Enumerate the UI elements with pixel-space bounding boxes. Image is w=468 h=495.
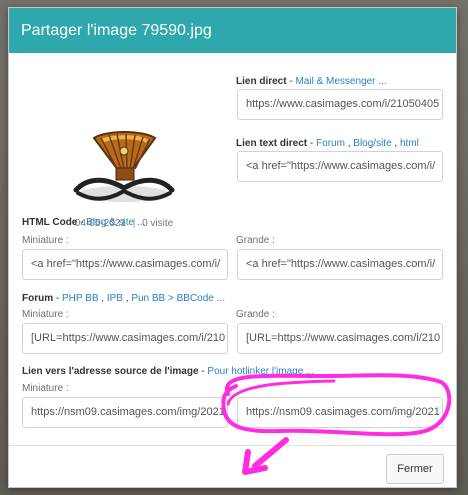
hotlink-link[interactable]: Pour hotlinker l'image ... xyxy=(207,366,314,377)
forum-dash: - xyxy=(53,293,62,304)
blog-comma: , xyxy=(391,138,400,149)
source-link-label: Lien vers l'adresse source de l'image - … xyxy=(22,366,314,377)
text-direct-link-input[interactable]: <a href="https://www.casimages.com/i/ xyxy=(237,151,443,182)
html-grande-label: Grande : xyxy=(236,235,275,246)
php-comma: , xyxy=(98,293,107,304)
dialog-footer: Fermer xyxy=(9,445,456,486)
dialog-title: Partager l'image 79590.jpg xyxy=(21,21,212,39)
source-grande-input[interactable]: https://nsm09.casimages.com/img/2021 xyxy=(237,397,443,428)
source-miniature-input[interactable]: https://nsm09.casimages.com/img/2021 xyxy=(22,397,228,428)
forum-grande-input[interactable]: [URL=https://www.casimages.com/i/210 xyxy=(237,323,443,354)
html-miniature-label: Miniature : xyxy=(22,235,69,246)
html-link[interactable]: html xyxy=(400,138,419,149)
forum-title: Forum xyxy=(22,293,54,304)
direct-link-title: Lien direct xyxy=(236,76,287,87)
fan-image-icon xyxy=(73,131,175,202)
close-button[interactable]: Fermer xyxy=(386,454,444,484)
text-direct-link-dash: - xyxy=(307,138,317,149)
text-direct-link-label: Lien text direct - Forum , Blog/site , h… xyxy=(236,138,419,149)
image-visits: 0 visite xyxy=(142,218,174,229)
html-grande-input[interactable]: <a href="https://www.casimages.com/i/ xyxy=(237,249,443,280)
blog-site-html-link[interactable]: Blog & site ... xyxy=(86,217,145,228)
image-thumbnail[interactable] xyxy=(66,121,182,209)
html-code-dash: - xyxy=(77,217,87,228)
share-dialog: Partager l'image 79590.jpg 04-05-2021 | … xyxy=(8,7,457,488)
text-direct-link-title: Lien text direct xyxy=(236,138,308,149)
forum-grande-label: Grande : xyxy=(236,309,275,320)
forum-miniature-input[interactable]: [URL=https://www.casimages.com/i/210 xyxy=(22,323,228,354)
forum-miniature-label: Miniature : xyxy=(22,309,69,320)
blog-site-link[interactable]: Blog/site xyxy=(353,138,391,149)
forum-label: Forum - PHP BB , IPB , Pun BB > BBCode .… xyxy=(22,293,225,304)
html-code-title: HTML Code xyxy=(22,217,78,228)
dialog-header: Partager l'image 79590.jpg xyxy=(9,8,456,53)
ipb-link[interactable]: IPB xyxy=(107,293,123,304)
direct-link-label: Lien direct - Mail & Messenger ... xyxy=(236,76,387,87)
dialog-body: 04-05-2021 | 0 visite Lien direct - Mail… xyxy=(9,53,456,433)
source-miniature-label: Miniature : xyxy=(22,383,69,394)
mail-messenger-link[interactable]: Mail & Messenger ... xyxy=(295,76,386,87)
html-miniature-input[interactable]: <a href="https://www.casimages.com/i/ xyxy=(22,249,228,280)
direct-link-input[interactable]: https://www.casimages.com/i/21050405 xyxy=(237,89,443,120)
pun-bb-link[interactable]: Pun BB > BBCode ... xyxy=(131,293,225,304)
forum-link[interactable]: Forum xyxy=(316,138,345,149)
source-link-title: Lien vers l'adresse source de l'image xyxy=(22,366,199,377)
html-code-label: HTML Code - Blog & site ... xyxy=(22,217,145,228)
php-bb-link[interactable]: PHP BB xyxy=(62,293,99,304)
